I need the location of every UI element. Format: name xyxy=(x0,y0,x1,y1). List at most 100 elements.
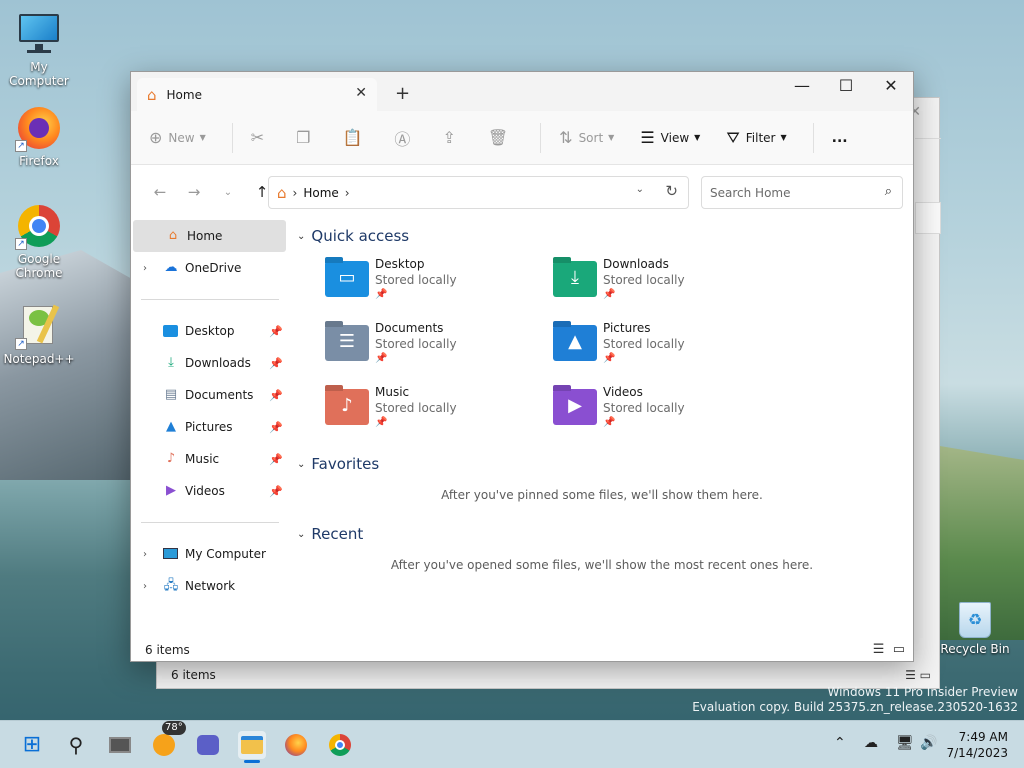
pin-icon[interactable]: 📌 xyxy=(269,357,283,370)
title-bar[interactable]: ⌂ Home ✕ + — ☐ ✕ xyxy=(131,72,913,111)
section-recent[interactable]: ⌄ Recent xyxy=(297,518,907,550)
quick-access-item[interactable]: ♪ Music Stored locally 📌 xyxy=(325,382,553,438)
chevron-down-icon[interactable]: ⌄ xyxy=(297,459,305,470)
desktop-icon-recycle-bin[interactable]: ♻ Recycle Bin xyxy=(936,598,1014,656)
nav-item-desktop[interactable]: Desktop 📌 xyxy=(131,315,287,347)
tab-close-icon[interactable]: ✕ xyxy=(355,85,367,101)
new-button[interactable]: ⊕ New ▼ xyxy=(149,128,206,147)
pin-icon[interactable]: 📌 xyxy=(269,453,283,466)
chevron-right-icon[interactable]: › xyxy=(143,263,147,274)
firefox-taskbar-button[interactable] xyxy=(282,731,310,759)
quick-access-grid: ▭ Desktop Stored locally 📌 ⤓ Downloads Stored … xyxy=(325,254,907,438)
section-title: Favorites xyxy=(311,455,380,473)
view-toggle[interactable]: ☰ ▭ xyxy=(873,642,905,657)
section-favorites[interactable]: ⌄ Favorites xyxy=(297,448,907,480)
share-button[interactable]: ⇪ xyxy=(442,128,461,147)
chevron-down-icon[interactable]: ⌄ xyxy=(297,231,305,242)
desktop-icon-notepadpp[interactable]: ↗ Notepad++ xyxy=(0,302,78,366)
pin-icon[interactable]: 📌 xyxy=(269,485,283,498)
volume-icon[interactable]: 🔊 xyxy=(920,735,937,751)
desktop-icon-label: My Computer xyxy=(9,60,69,88)
folder-icon xyxy=(241,736,263,754)
quick-access-item[interactable]: ☰ Documents Stored locally 📌 xyxy=(325,318,553,374)
clock-date: 7/14/2023 xyxy=(946,746,1008,760)
divider xyxy=(540,122,542,153)
nav-item-network[interactable]: › 🖧 Network xyxy=(131,570,287,602)
delete-button[interactable]: 🗑 xyxy=(488,128,514,147)
pin-icon[interactable]: 📌 xyxy=(269,389,283,402)
nav-item-pictures[interactable]: ▲ Pictures 📌 xyxy=(131,411,287,443)
chevron-down-icon[interactable]: ⌄ xyxy=(636,184,644,195)
details-view-icon[interactable]: ☰ xyxy=(873,642,885,657)
file-explorer-window[interactable]: ⌂ Home ✕ + — ☐ ✕ ⊕ New ▼ ✂ ❐ 📋 Ⓐ ⇪ 🗑 ⇅ S… xyxy=(130,71,914,662)
network-icon[interactable]: 🖥 xyxy=(896,735,914,751)
quick-access-item[interactable]: ⤓ Downloads Stored locally 📌 xyxy=(553,254,781,310)
chevron-right-icon[interactable]: › xyxy=(143,581,147,592)
clock[interactable]: 7:49 AM 7/14/2023 xyxy=(946,729,1008,761)
file-explorer-taskbar-button[interactable] xyxy=(238,731,266,763)
search-input[interactable]: Search Home ⌕ xyxy=(701,176,903,209)
divider xyxy=(141,522,279,523)
quick-access-item[interactable]: ▭ Desktop Stored locally 📌 xyxy=(325,254,553,310)
cut-button[interactable]: ✂ xyxy=(251,128,270,147)
start-button[interactable]: ⊞ xyxy=(18,731,46,759)
tiles-view-icon[interactable]: ▭ xyxy=(893,642,905,657)
item-name: Pictures xyxy=(603,321,651,335)
quick-access-item[interactable]: ▲ Pictures Stored locally 📌 xyxy=(553,318,781,374)
back-button[interactable]: ← xyxy=(143,183,177,201)
close-button[interactable]: ✕ xyxy=(868,72,914,102)
recent-locations-button[interactable]: ⌄ xyxy=(211,187,245,198)
view-toggle-icons[interactable]: ☰ ▭ xyxy=(905,668,931,682)
refresh-icon[interactable]: ↻ xyxy=(665,182,678,200)
nav-item-documents[interactable]: ▤ Documents 📌 xyxy=(131,379,287,411)
view-button[interactable]: ☰ View ▼ xyxy=(640,128,700,147)
onedrive-offline-icon[interactable]: ☁ xyxy=(864,735,878,751)
chevron-down-icon[interactable]: ⌄ xyxy=(297,529,305,540)
nav-item-downloads[interactable]: ⤓ Downloads 📌 xyxy=(131,347,287,379)
nav-item-videos[interactable]: ▶ Videos 📌 xyxy=(131,475,287,507)
sort-button[interactable]: ⇅ Sort ▼ xyxy=(559,128,614,147)
folder-icon: ⤓ xyxy=(553,261,597,297)
nav-label: Desktop xyxy=(185,324,235,338)
chevron-up-icon[interactable]: ⌃ xyxy=(834,735,846,751)
nav-item-home[interactable]: ⌂ Home xyxy=(133,220,286,252)
nav-item-onedrive[interactable]: › ☁ OneDrive xyxy=(131,252,287,284)
chevron-right-icon[interactable]: › xyxy=(345,186,350,200)
nav-item-my-computer[interactable]: › My Computer xyxy=(131,538,287,570)
quick-access-item[interactable]: ▶ Videos Stored locally 📌 xyxy=(553,382,781,438)
forward-button[interactable]: → xyxy=(177,183,211,201)
desktop-icon-firefox[interactable]: ↗ Firefox xyxy=(0,104,78,168)
more-options-button[interactable]: ... xyxy=(832,130,848,146)
paste-button[interactable]: 📋 xyxy=(343,128,369,147)
rename-button[interactable]: Ⓐ xyxy=(394,126,416,150)
desktop-icon-chrome[interactable]: ↗ Google Chrome xyxy=(0,202,78,280)
watermark-line: Evaluation copy. Build 25375.zn_release.… xyxy=(692,700,1018,714)
search-icon[interactable]: ⌕ xyxy=(885,184,892,199)
pin-icon[interactable]: 📌 xyxy=(269,325,283,338)
teams-chat-button[interactable] xyxy=(194,731,222,759)
cloud-icon: ☁ xyxy=(164,260,178,275)
weather-widget-button[interactable]: 78° xyxy=(150,721,186,759)
breadcrumb-home[interactable]: Home xyxy=(303,186,338,200)
task-view-button[interactable] xyxy=(106,731,134,759)
maximize-button[interactable]: ☐ xyxy=(823,72,869,102)
chrome-taskbar-button[interactable] xyxy=(326,731,354,759)
document-icon: ▤ xyxy=(164,387,178,402)
copy-button[interactable]: ❐ xyxy=(296,128,316,147)
divider xyxy=(231,122,233,153)
picture-icon: ▲ xyxy=(166,419,176,434)
chevron-right-icon[interactable]: › xyxy=(143,549,147,560)
filter-button[interactable]: ⛛ Filter ▼ xyxy=(726,128,786,148)
trash-icon: 🗑 xyxy=(487,128,509,147)
minimize-button[interactable]: — xyxy=(779,72,825,102)
pin-icon[interactable]: 📌 xyxy=(269,421,283,434)
section-quick-access[interactable]: ⌄ Quick access xyxy=(297,220,907,252)
folder-icon: ▲ xyxy=(553,325,597,361)
nav-item-music[interactable]: ♪ Music 📌 xyxy=(131,443,287,475)
address-bar[interactable]: ⌂ › Home › ⌄ ↻ xyxy=(268,176,689,209)
search-icon[interactable]: ⚲ xyxy=(62,731,90,759)
folder-glyph-icon: ▶ xyxy=(568,395,582,416)
tab-home[interactable]: ⌂ Home ✕ xyxy=(137,78,377,111)
new-tab-button[interactable]: + xyxy=(395,83,410,104)
desktop-icon-my-computer[interactable]: My Computer xyxy=(0,10,78,88)
